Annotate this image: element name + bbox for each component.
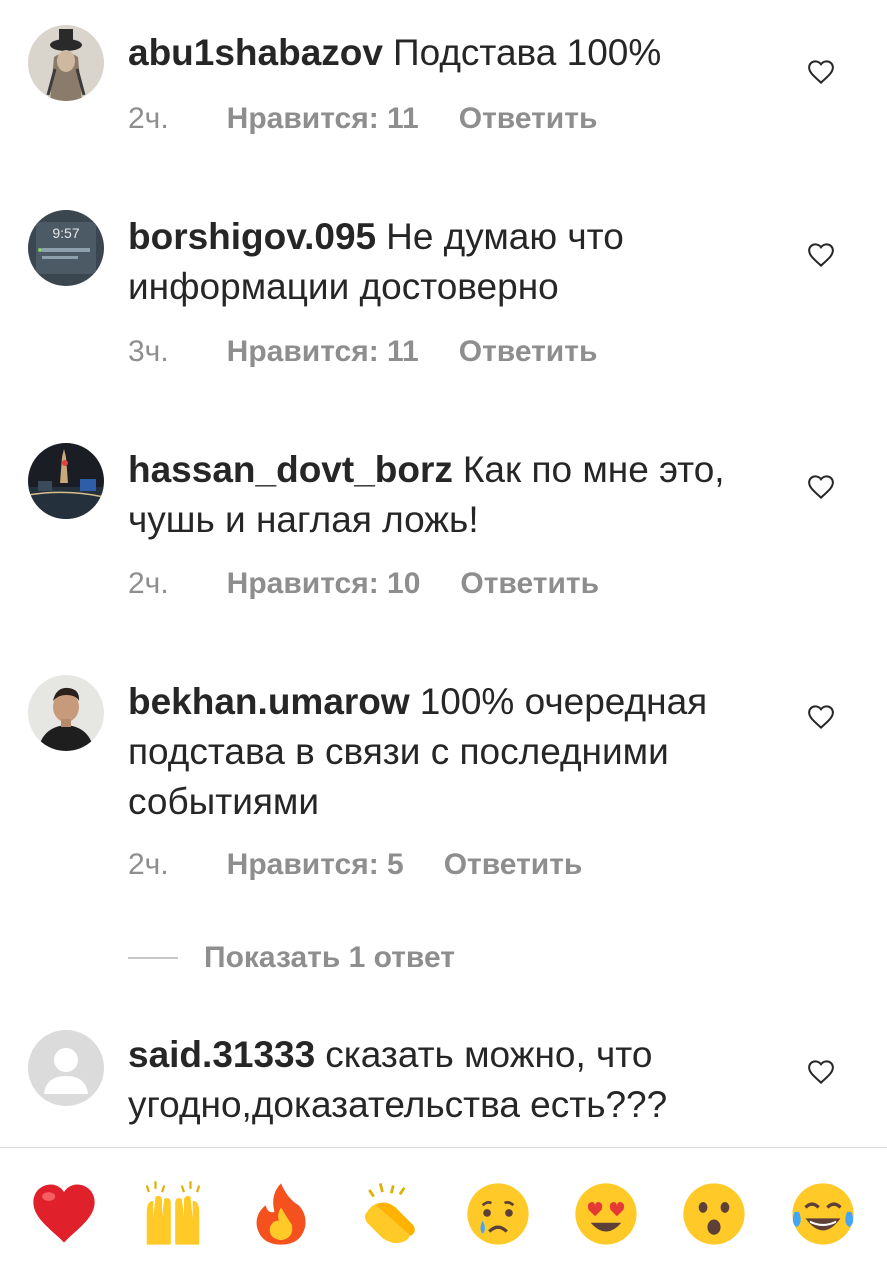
avatar-clock-text: 9:57 — [52, 225, 79, 241]
heart-emoji-icon[interactable] — [24, 1174, 104, 1254]
clapping-hands-emoji-icon[interactable] — [349, 1174, 429, 1254]
comment-text: borshigov.095 Не думаю что информации дос… — [128, 212, 778, 312]
comment-likes[interactable]: Нравится: 11 — [227, 335, 419, 369]
comment-time: 2ч. — [128, 102, 169, 135]
comment-time: 3ч. — [128, 335, 169, 368]
comment-text: bekhan.umarow 100% очередная подстава в с… — [128, 677, 778, 827]
comment-meta: 3ч. Нравится: 11 Ответить — [128, 335, 597, 369]
crying-face-emoji-icon[interactable] — [458, 1174, 538, 1254]
avatar[interactable] — [28, 675, 104, 751]
comment-meta: 2ч. Нравится: 10 Ответить — [128, 567, 599, 601]
replies-divider-line — [128, 957, 178, 959]
like-heart-icon[interactable] — [806, 702, 836, 732]
avatar[interactable] — [28, 1030, 104, 1106]
show-replies-label: Показать 1 ответ — [204, 941, 455, 974]
fire-emoji-icon[interactable] — [241, 1174, 321, 1254]
comment-text: hassan_dovt_borz Как по мне это, чушь и н… — [128, 445, 778, 545]
reply-button[interactable]: Ответить — [459, 102, 598, 136]
comment-body: Подстава 100% — [392, 32, 662, 73]
avatar[interactable] — [28, 25, 104, 101]
reply-button[interactable]: Ответить — [459, 335, 598, 369]
emoji-reaction-bar — [0, 1148, 887, 1280]
comment-meta: 2ч. Нравится: 11 Ответить — [128, 102, 597, 136]
comment-username[interactable]: borshigov.095 — [128, 216, 376, 257]
avatar[interactable]: 9:57 — [28, 210, 104, 286]
heart-eyes-emoji-icon[interactable] — [566, 1174, 646, 1254]
comment-time: 2ч. — [128, 567, 169, 600]
like-heart-icon[interactable] — [806, 1057, 836, 1087]
comment-username[interactable]: said.31333 — [128, 1034, 315, 1075]
comment-username[interactable]: hassan_dovt_borz — [128, 449, 453, 490]
comment-meta: 2ч. Нравится: 5 Ответить — [128, 848, 582, 882]
comment-likes[interactable]: Нравится: 11 — [227, 102, 419, 136]
comment-likes[interactable]: Нравится: 5 — [227, 848, 404, 882]
comment-text: abu1shabazov Подстава 100% — [128, 28, 778, 78]
like-heart-icon[interactable] — [806, 240, 836, 270]
reply-button[interactable]: Ответить — [444, 848, 583, 882]
surprised-face-emoji-icon[interactable] — [674, 1174, 754, 1254]
show-replies-button[interactable]: Показать 1 ответ — [128, 938, 455, 978]
reply-button[interactable]: Ответить — [460, 567, 599, 601]
raised-hands-emoji-icon[interactable] — [133, 1174, 213, 1254]
avatar[interactable] — [28, 443, 104, 519]
comment-likes[interactable]: Нравится: 10 — [227, 567, 421, 601]
like-heart-icon[interactable] — [806, 472, 836, 502]
comment-username[interactable]: abu1shabazov — [128, 32, 383, 73]
tears-of-joy-emoji-icon[interactable] — [783, 1174, 863, 1254]
comment-username[interactable]: bekhan.umarow — [128, 681, 410, 722]
like-heart-icon[interactable] — [806, 57, 836, 87]
comment-time: 2ч. — [128, 848, 169, 881]
comment-text: said.31333 сказать можно, что угодно,дока… — [128, 1030, 778, 1130]
